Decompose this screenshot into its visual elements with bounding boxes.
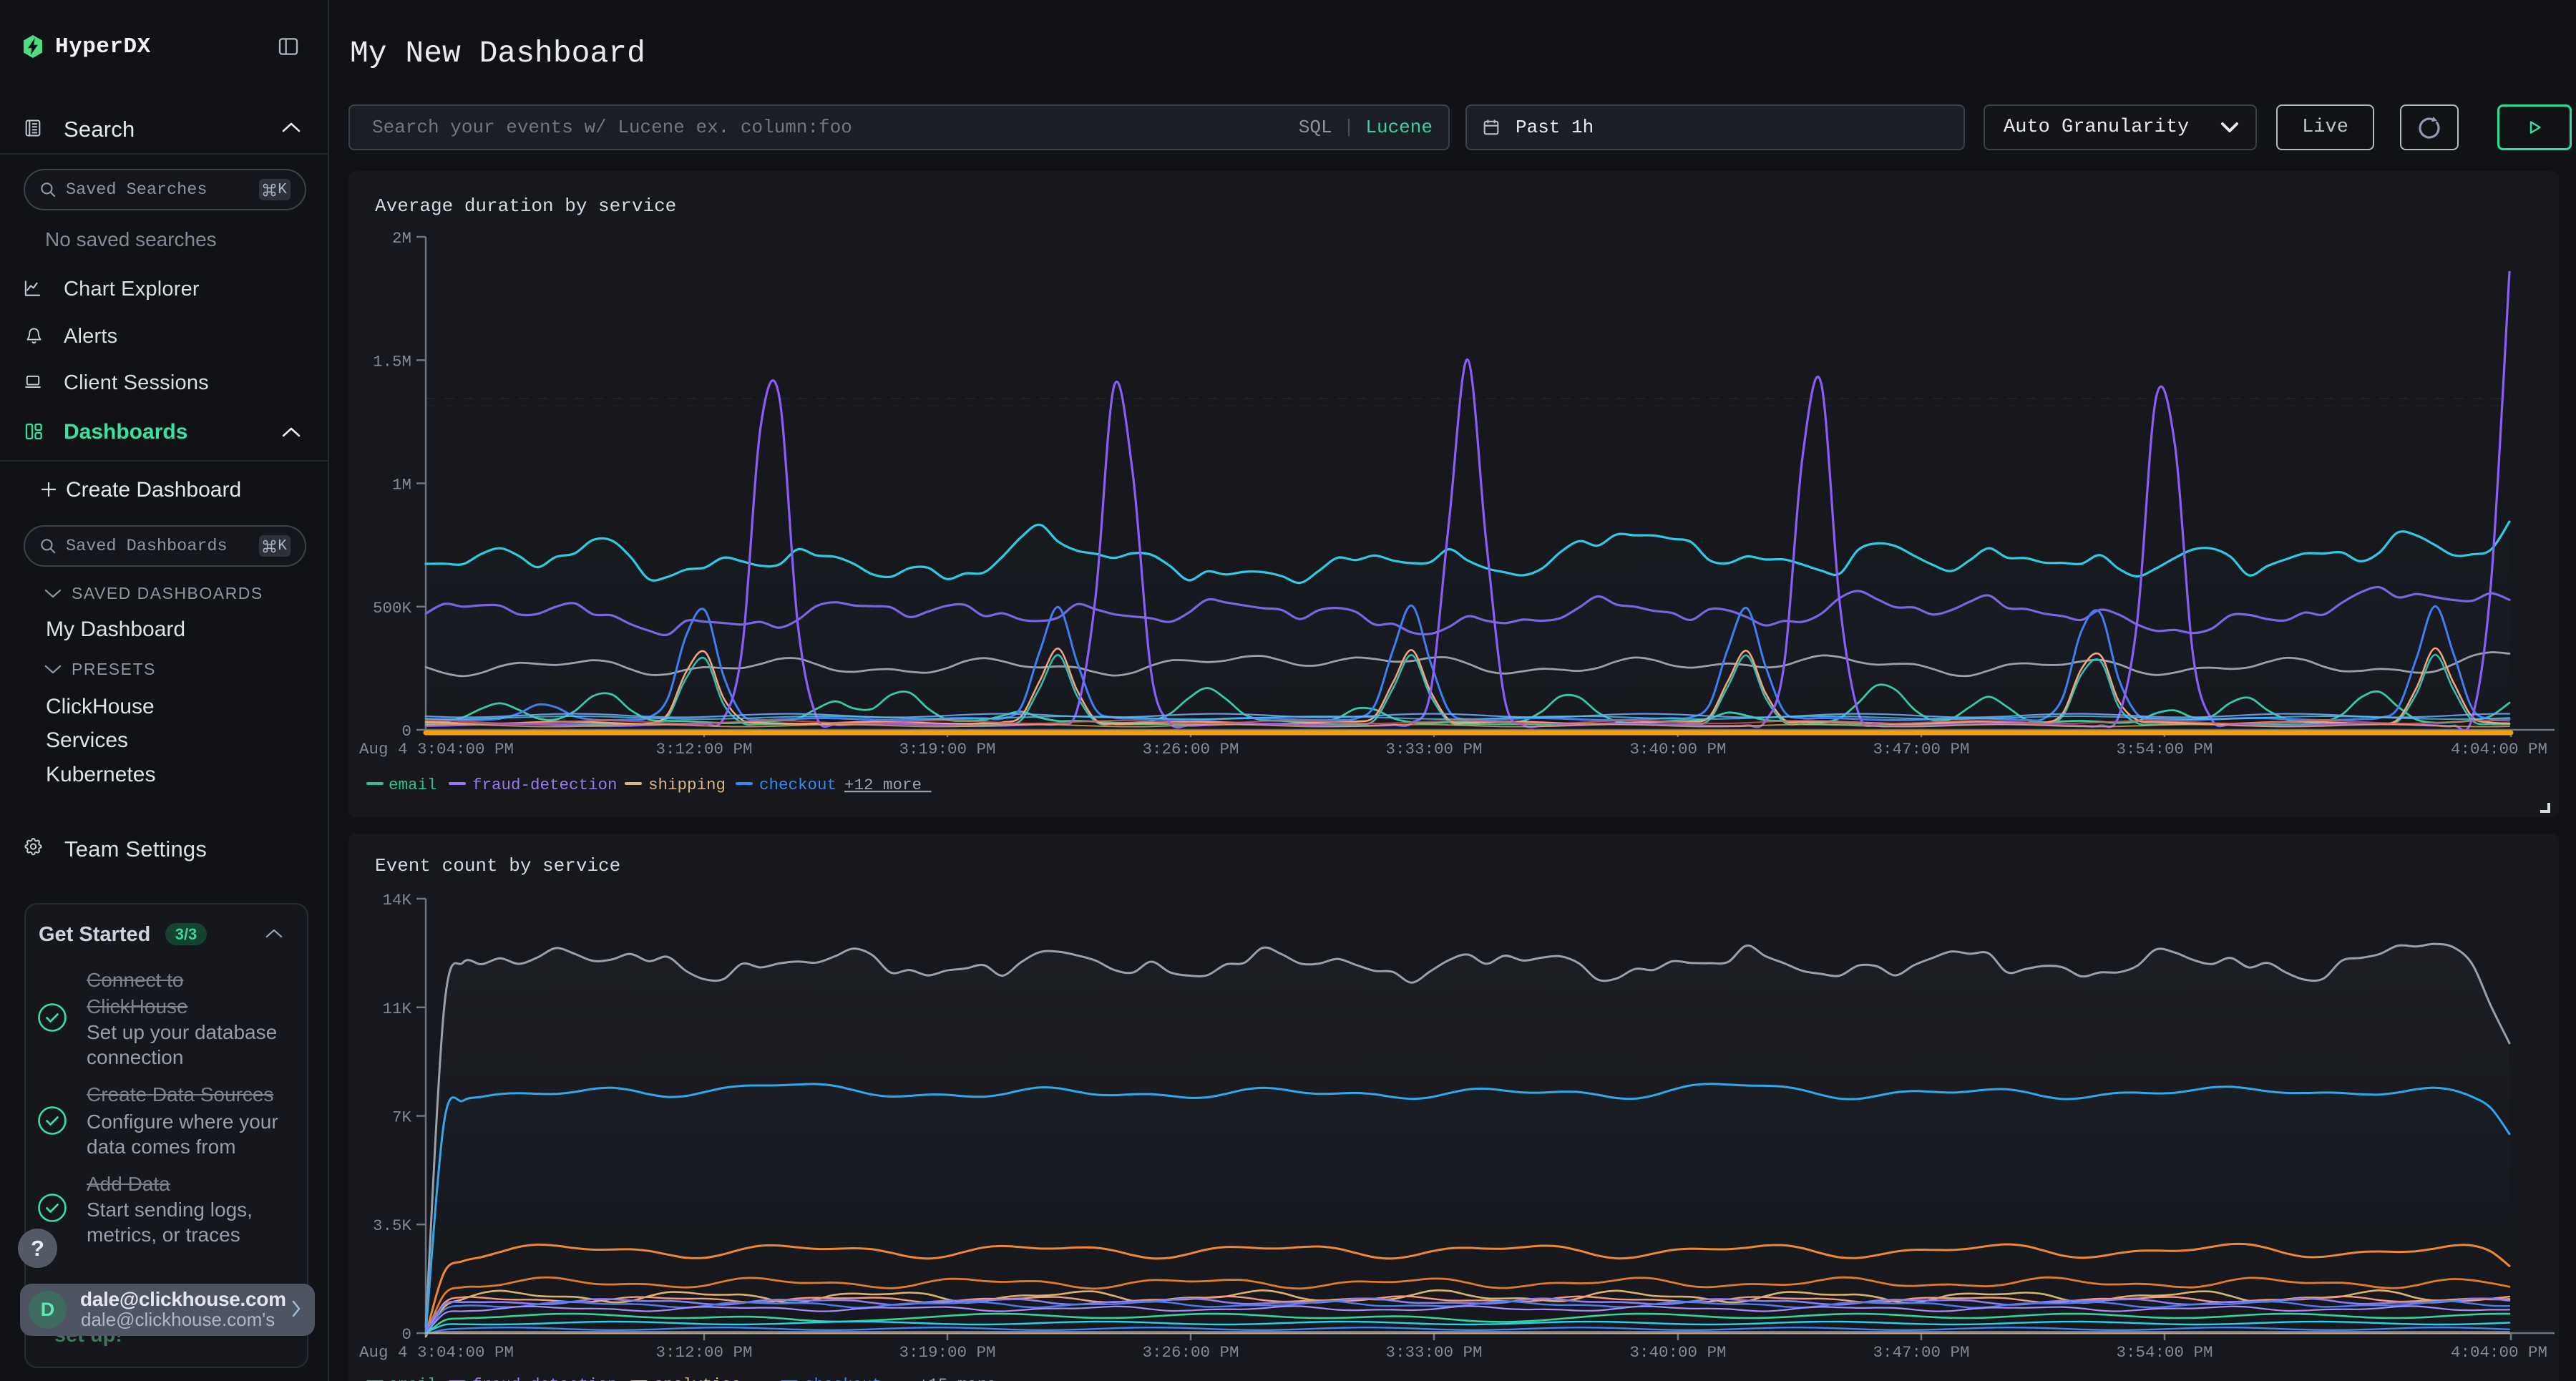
svg-text:3:33:00 PM: 3:33:00 PM (1385, 1343, 1482, 1362)
svg-text:+15 more: +15 more (919, 1375, 1006, 1381)
svg-text:3:40:00 PM: 3:40:00 PM (1629, 1343, 1726, 1362)
svg-text:fraud-detection: fraud-detection (472, 1375, 618, 1381)
svg-text:11K: 11K (382, 1000, 411, 1018)
svg-text:4:04:00 PM: 4:04:00 PM (2451, 1343, 2547, 1362)
svg-text:7K: 7K (392, 1108, 412, 1127)
svg-text:3:54:00 PM: 3:54:00 PM (2116, 1343, 2212, 1362)
svg-text:3:12:00 PM: 3:12:00 PM (655, 1343, 752, 1362)
svg-text:0: 0 (401, 1325, 411, 1344)
svg-text:3:26:00 PM: 3:26:00 PM (1142, 1343, 1239, 1362)
svg-text:3:19:00 PM: 3:19:00 PM (899, 1343, 995, 1362)
svg-text:3.5K: 3.5K (373, 1216, 412, 1235)
svg-text:14K: 14K (382, 891, 411, 909)
svg-text:email: email (389, 1375, 437, 1381)
svg-text:analytics: analytics (654, 1375, 741, 1381)
svg-text:checkout: checkout (804, 1375, 882, 1381)
svg-text:3:47:00 PM: 3:47:00 PM (1873, 1343, 1969, 1362)
svg-text:Aug 4 3:04:00 PM: Aug 4 3:04:00 PM (359, 1343, 514, 1362)
